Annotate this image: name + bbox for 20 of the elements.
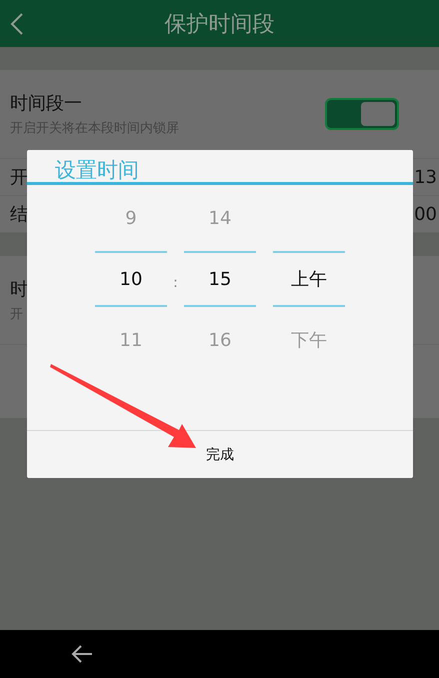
section-title: 时间段一 [10, 92, 82, 115]
picker-option[interactable]: 下午 [291, 307, 327, 373]
picker-value[interactable]: 15 [184, 251, 256, 307]
picker-value[interactable]: 10 [95, 251, 167, 307]
row-label: 开 [10, 166, 28, 189]
picker-option[interactable]: 16 [208, 307, 232, 373]
back-icon[interactable] [10, 12, 24, 36]
picker-option[interactable]: 11 [120, 307, 142, 373]
time-separator: : [172, 275, 179, 291]
dialog-title: 设置时间 [27, 150, 413, 185]
picker-option[interactable]: 14 [208, 185, 232, 251]
row-label: 结 [10, 203, 28, 226]
page-title: 保护时间段 [164, 10, 274, 38]
toggle-switch[interactable] [325, 98, 399, 130]
picker-option[interactable]: 9 [125, 185, 137, 251]
picker-value[interactable]: 上午 [273, 251, 345, 307]
section-title: 时 [10, 278, 28, 301]
row-value: 13 [414, 166, 437, 188]
row-value: 00 [414, 204, 437, 224]
back-arrow-icon[interactable] [70, 644, 94, 664]
